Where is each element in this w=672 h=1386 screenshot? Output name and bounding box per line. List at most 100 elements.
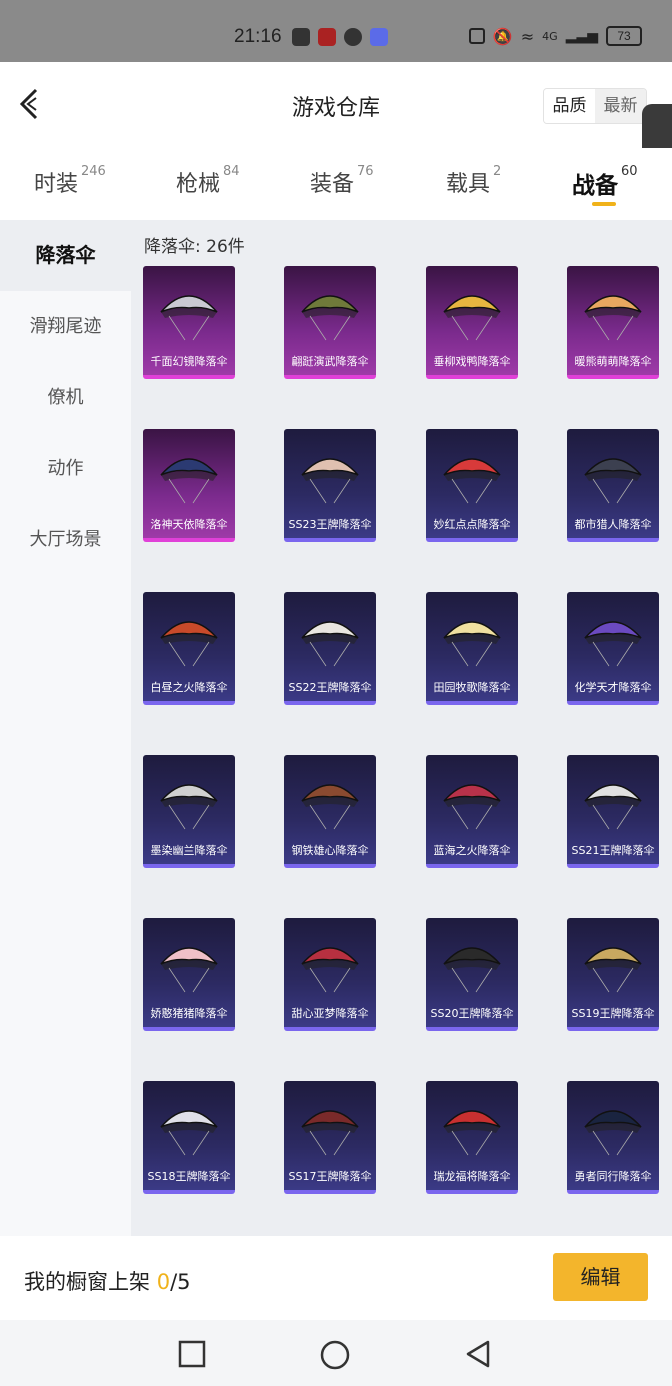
sidebar-item-glide-trail[interactable]: 滑翔尾迹 [0, 291, 131, 362]
signal-icon: ▂▃▅ [565, 28, 598, 44]
item-name: 田园牧歌降落伞 [433, 681, 511, 694]
parachute-card[interactable]: SS22王牌降落伞 [284, 592, 376, 705]
home-icon[interactable] [320, 1340, 350, 1370]
parachute-card[interactable]: 蓝海之火降落伞 [426, 755, 518, 868]
parachute-image [584, 295, 642, 341]
recent-apps-icon[interactable] [178, 1340, 206, 1368]
parachute-card[interactable]: 妙红点点降落伞 [426, 429, 518, 542]
item-name: 暖熊萌萌降落伞 [574, 355, 652, 368]
parachute-card[interactable]: 甜心亚梦降落伞 [284, 918, 376, 1031]
item-name: SS23王牌降落伞 [288, 518, 372, 531]
item-name: SS17王牌降落伞 [288, 1170, 372, 1183]
item-name: SS22王牌降落伞 [288, 681, 372, 694]
tab-fashion[interactable]: 时装246 [34, 164, 106, 198]
item-name: 瑞龙福将降落伞 [433, 1170, 511, 1183]
showcase-current: 0 [156, 1270, 171, 1294]
parachute-image [160, 1110, 218, 1156]
parachute-card[interactable]: 翩跹演武降落伞 [284, 266, 376, 379]
sidebar-item-lobby-scene[interactable]: 大厅场景 [0, 504, 131, 575]
item-name: SS21王牌降落伞 [571, 844, 655, 857]
tab-label: 时装 [34, 172, 79, 197]
parachute-image [584, 947, 642, 993]
parachute-image [443, 621, 501, 667]
mute-icon: 🔕 [492, 26, 513, 46]
tab-count: 2 [493, 164, 502, 179]
parachute-card[interactable]: SS23王牌降落伞 [284, 429, 376, 542]
parachute-image [584, 458, 642, 504]
parachute-image [584, 621, 642, 667]
item-grid-panel: 降落伞: 26件 千面幻镜降落伞 翩跹演武降落伞 垂柳戏鸭降落伞 暖熊萌萌降落伞洛神天… [131, 220, 672, 1236]
tab-count: 60 [621, 164, 638, 179]
parachute-card[interactable]: 垂柳戏鸭降落伞 [426, 266, 518, 379]
nfc-icon [468, 28, 485, 44]
parachute-image [160, 295, 218, 341]
parachute-image [160, 784, 218, 830]
parachute-card[interactable]: SS17王牌降落伞 [284, 1081, 376, 1194]
parachute-image [160, 458, 218, 504]
tab-vehicles[interactable]: 载具2 [446, 164, 502, 198]
parachute-card[interactable]: 娇憨猪猪降落伞 [143, 918, 235, 1031]
sort-latest-button[interactable]: 最新 [595, 89, 646, 123]
parachute-card[interactable]: 洛神天依降落伞 [143, 429, 235, 542]
parachute-card[interactable]: 墨染幽兰降落伞 [143, 755, 235, 868]
sort-quality-button[interactable]: 品质 [544, 89, 595, 123]
tab-count: 84 [223, 164, 240, 179]
item-name: SS20王牌降落伞 [430, 1007, 514, 1020]
app-header: 游戏仓库 品质 最新 [0, 62, 672, 148]
parachute-image [584, 784, 642, 830]
item-name: SS19王牌降落伞 [571, 1007, 655, 1020]
parachute-image [443, 295, 501, 341]
item-name: 勇者同行降落伞 [574, 1170, 652, 1183]
parachute-card[interactable]: 千面幻镜降落伞 [143, 266, 235, 379]
parachute-card[interactable]: 暖熊萌萌降落伞 [567, 266, 659, 379]
item-name: 妙红点点降落伞 [433, 518, 511, 531]
parachute-card[interactable]: 钢铁雄心降落伞 [284, 755, 376, 868]
showcase-status: 我的橱窗上架 0/5 [24, 1266, 191, 1296]
parachute-card[interactable]: 都市猎人降落伞 [567, 429, 659, 542]
showcase-footer: 我的橱窗上架 0/5 编辑 [0, 1236, 672, 1320]
parachute-card[interactable]: 白昼之火降落伞 [143, 592, 235, 705]
back-nav-icon[interactable] [464, 1340, 492, 1368]
education-app-icon [370, 28, 388, 46]
item-name: 墨染幽兰降落伞 [150, 844, 228, 857]
parachute-card[interactable]: SS18王牌降落伞 [143, 1081, 235, 1194]
item-name: 蓝海之火降落伞 [433, 844, 511, 857]
parachute-image [301, 1110, 359, 1156]
parachute-card[interactable]: 瑞龙福将降落伞 [426, 1081, 518, 1194]
tab-label: 装备 [310, 172, 355, 197]
parachute-image [301, 784, 359, 830]
parachute-card[interactable]: 勇者同行降落伞 [567, 1081, 659, 1194]
tab-weapons[interactable]: 枪械84 [176, 164, 240, 198]
parachute-card[interactable]: 田园牧歌降落伞 [426, 592, 518, 705]
item-name: 都市猎人降落伞 [574, 518, 652, 531]
parachute-image [443, 458, 501, 504]
active-tab-indicator [592, 202, 616, 206]
tab-battle-prep[interactable]: 战备60 [572, 164, 638, 200]
parachute-image [443, 947, 501, 993]
system-icons: 🔕 ≈ 4G ▂▃▅ 73 [468, 26, 642, 46]
sidebar-item-emote[interactable]: 动作 [0, 433, 131, 504]
tab-label: 战备 [572, 173, 618, 199]
item-name: 钢铁雄心降落伞 [291, 844, 369, 857]
item-name: 白昼之火降落伞 [150, 681, 228, 694]
tab-equipment[interactable]: 装备76 [310, 164, 374, 198]
parachute-image [160, 947, 218, 993]
tab-label: 枪械 [176, 172, 221, 197]
parachute-image [301, 295, 359, 341]
sidebar-item-wingman[interactable]: 僚机 [0, 362, 131, 433]
edit-button[interactable]: 编辑 [553, 1253, 648, 1301]
wifi-icon: ≈ [520, 26, 535, 46]
item-name: 化学天才降落伞 [574, 681, 652, 694]
parachute-card[interactable]: SS21王牌降落伞 [567, 755, 659, 868]
item-count: 降落伞: 26件 [144, 237, 245, 257]
subcategory-sidebar: 降落伞 滑翔尾迹 僚机 动作 大厅场景 [0, 220, 131, 1236]
parachute-card[interactable]: SS20王牌降落伞 [426, 918, 518, 1031]
parachute-image [301, 458, 359, 504]
parachute-card[interactable]: SS19王牌降落伞 [567, 918, 659, 1031]
network-label: 4G [542, 29, 558, 43]
parachute-card[interactable]: 化学天才降落伞 [567, 592, 659, 705]
parachute-image [443, 1110, 501, 1156]
sort-toggle: 品质 最新 [543, 88, 647, 124]
sidebar-item-parachute[interactable]: 降落伞 [0, 220, 131, 291]
tab-count: 246 [81, 164, 106, 179]
